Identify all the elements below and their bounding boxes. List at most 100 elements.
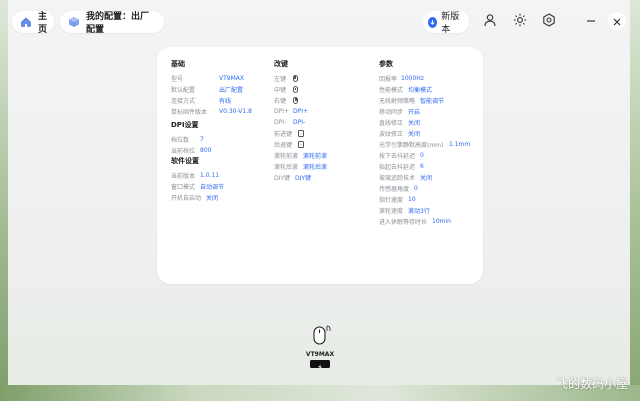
param-row-rf-strategy[interactable]: 无线射频策略 智能调节 [379, 95, 479, 106]
param-row-ripple-control[interactable]: 波纹修正 关闭 [379, 128, 479, 139]
minimize-button[interactable] [583, 13, 599, 29]
row-value: 关闭 [408, 120, 421, 127]
row-label: 传感器角度 [379, 186, 410, 193]
home-button[interactable]: 主页 [12, 11, 54, 35]
row-label: 性能模式 [379, 87, 404, 94]
battery-indicator [310, 360, 330, 369]
param-row-pointer-speed[interactable]: 指针速度 10 [379, 194, 479, 205]
basic-row-connection: 连接方式 有线 [171, 95, 271, 106]
row-label: 进入休眠等待时长 [379, 219, 428, 226]
row-label: DPI- [274, 119, 287, 126]
row-label: 抬起去抖延迟 [379, 164, 416, 171]
forward-key-icon: › [298, 130, 304, 137]
row-label: 档位数 [171, 137, 190, 144]
section-title-dpi: DPI设置 [171, 121, 199, 129]
watermark-text: 飞的数码小屋 [555, 377, 628, 391]
row-value: 关闭 [420, 175, 433, 182]
row-value: 7 [200, 136, 204, 143]
row-value: 800 [200, 147, 212, 154]
close-button[interactable] [608, 12, 626, 30]
row-label: 型号 [171, 76, 184, 83]
param-row-performance[interactable]: 性能模式 均衡模式 [379, 84, 479, 95]
row-label: DIY键 [274, 175, 291, 182]
user-icon [483, 12, 497, 31]
row-label: 波纹修正 [379, 131, 404, 138]
remap-row-scroll-up[interactable]: 滚轮前滚 滚轮前滚 [274, 150, 369, 161]
software-row-version: 当前版本 1.0.11 [171, 170, 271, 181]
row-label: 鼠标固件版本 [171, 109, 208, 116]
row-label: 开机自启动 [171, 195, 202, 202]
basic-row-default-profile[interactable]: 默认配置 出厂配置 [171, 84, 271, 95]
row-label: 滚轮速度 [379, 208, 404, 215]
row-label: 窗口模式 [171, 184, 196, 191]
remap-row-right[interactable]: 右键 [274, 95, 369, 106]
row-label: 当前版本 [171, 173, 196, 180]
home-label: 主页 [38, 12, 48, 35]
mouse-middle-icon [293, 86, 298, 93]
info-panel: 基础 型号 VT9MAX 默认配置 出厂配置 连接方式 有线 鼠标固件版本 V0… [157, 47, 483, 284]
row-value: 开启 [408, 109, 421, 116]
new-version-button[interactable]: 新版本 [423, 11, 469, 35]
row-label: 回报率 [379, 76, 398, 83]
param-row-press-debounce[interactable]: 按下去抖延迟 0 [379, 150, 479, 161]
section-title-basic: 基础 [171, 60, 185, 68]
dpi-row-levels[interactable]: 档位数 7 [171, 134, 271, 145]
param-row-glass-tracking[interactable]: 玻璃追踪技术 关闭 [379, 172, 479, 183]
param-row-angle-snap[interactable]: 直线修正 关闭 [379, 117, 479, 128]
close-icon [612, 12, 622, 31]
row-value: 1000Hz [401, 75, 424, 82]
row-label: 滚轮后滚 [274, 164, 299, 171]
row-label: 光学引擎静默高度(mm) [379, 142, 444, 149]
param-row-sleep-timeout[interactable]: 进入休眠等待时长 10min [379, 216, 479, 227]
brightness-button[interactable] [512, 13, 528, 29]
row-value: DPI+ [293, 108, 309, 115]
param-row-polling-rate[interactable]: 回报率 1000Hz [379, 73, 479, 84]
row-label: 当前档位 [171, 148, 196, 155]
row-label: 按下去抖延迟 [379, 153, 416, 160]
row-value: 10 [408, 196, 416, 203]
remap-row-scroll-down[interactable]: 滚轮后滚 滚轮后滚 [274, 161, 369, 172]
mouse-icon [313, 325, 331, 345]
param-row-sensor-angle[interactable]: 传感器角度 0 [379, 183, 479, 194]
row-value: 智能调节 [420, 98, 445, 105]
dpi-row-current[interactable]: 当前档位 800 [171, 145, 271, 156]
row-label: 中键 [274, 87, 287, 94]
row-value: 滚轮后滚 [303, 164, 328, 171]
remap-row-dpi-minus[interactable]: DPI- DPI- [274, 117, 369, 128]
basic-row-model: 型号 VT9MAX [171, 73, 271, 84]
param-row-lift-off[interactable]: 光学引擎静默高度(mm) 1.1mm [379, 139, 479, 150]
row-label: 直线修正 [379, 120, 404, 127]
remap-row-middle[interactable]: 中键 [274, 84, 369, 95]
remap-row-back[interactable]: 后退键 ‹ [274, 139, 369, 150]
profile-button[interactable]: 我的配置：出厂配置 [60, 11, 164, 35]
row-value: 关闭 [206, 195, 219, 202]
row-label: 玻璃追踪技术 [379, 175, 416, 182]
remap-row-forward[interactable]: 前进键 › [274, 128, 369, 139]
software-row-autostart[interactable]: 开机自启动 关闭 [171, 192, 271, 203]
row-value: DPI- [293, 119, 306, 126]
remap-row-left[interactable]: 左键 [274, 73, 369, 84]
mouse-right-icon [293, 97, 298, 104]
row-label: 默认配置 [171, 87, 196, 94]
update-icon [428, 16, 438, 28]
user-button[interactable] [482, 13, 498, 29]
software-row-window-mode[interactable]: 窗口模式 自动调节 [171, 181, 271, 192]
remap-row-dpi-plus[interactable]: DPI+ DPI+ [274, 106, 369, 117]
background-bottom-edge [0, 385, 640, 401]
row-value: 有线 [219, 98, 232, 105]
sun-icon [513, 12, 527, 31]
row-value: DIY键 [295, 175, 312, 182]
remap-row-diy[interactable]: DIY键 DIY键 [274, 172, 369, 183]
profile-label: 我的配置：出厂配置 [86, 12, 150, 35]
row-label: 连接方式 [171, 98, 196, 105]
param-row-motion-sync[interactable]: 移动同步 开启 [379, 106, 479, 117]
settings-button[interactable] [541, 12, 557, 31]
row-value: V0.30-V1.8 [219, 108, 252, 115]
gear-icon [542, 12, 556, 31]
top-bar: 主页 我的配置：出厂配置 新版本 [0, 0, 640, 44]
column-params: 参数 回报率 1000Hz 性能模式 均衡模式 无线射频策略 智能调节 移动同步… [379, 59, 479, 227]
param-row-scroll-speed[interactable]: 滚轮速度 滚动3行 [379, 205, 479, 216]
row-value: 0 [414, 185, 418, 192]
param-row-release-debounce[interactable]: 抬起去抖延迟 6 [379, 161, 479, 172]
row-value: 滚轮前滚 [303, 153, 328, 160]
